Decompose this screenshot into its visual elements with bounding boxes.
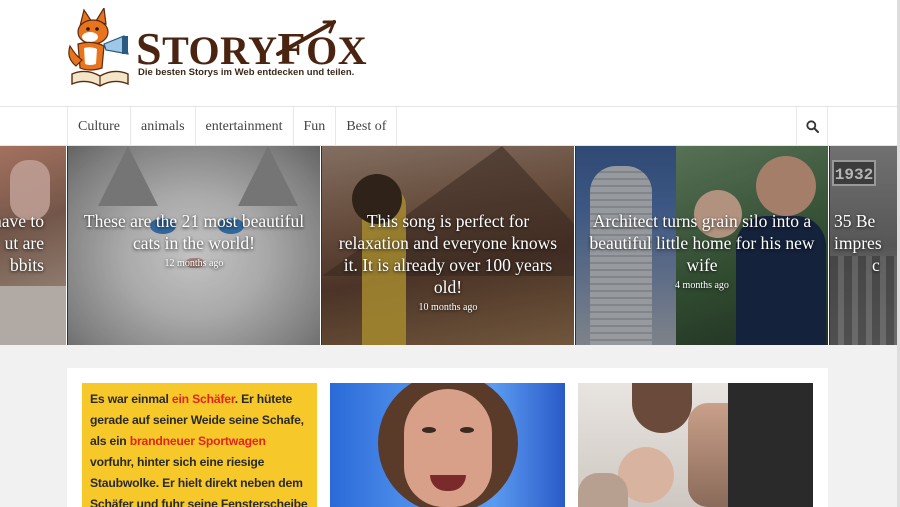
story-excerpt: Es war einmal ein Schäfer. Er hütete ger… [82,383,317,507]
storyfox-logo[interactable]: STORYFOX Die besten Storys im Web entdec… [66,8,367,88]
nav-item-culture[interactable]: Culture [68,107,131,146]
slide-partial-right[interactable]: 1932 35 Be impres c [830,146,897,345]
swoosh-decoration [276,20,336,56]
slide-timestamp: 12 months ago [164,258,224,269]
story-card-schaefer[interactable]: Es war einmal ein Schäfer. Er hütete ger… [82,383,317,507]
slide-cats[interactable]: These are the 21 most beautiful cats in … [68,146,321,345]
child-figure [578,473,628,507]
slide-title: 35 Be impres c [834,211,882,275]
woman-eye-left [422,427,436,433]
nav-item-fun[interactable]: Fun [294,107,337,146]
main-navigation: Culture animals entertainment Fun Best o… [0,107,897,146]
nav-item-entertainment[interactable]: entertainment [196,107,294,146]
slide-song[interactable]: This song is perfect for relaxation and … [322,146,575,345]
brand-tagline: Die besten Storys im Web entdecken und t… [138,67,355,78]
search-button[interactable] [796,107,828,146]
nav-menu: Culture animals entertainment Fun Best o… [67,107,398,146]
woman-head [632,383,692,433]
dark-clothing [728,383,813,507]
slide-timestamp: 4 months ago [675,280,729,291]
slide-title: These are the 21 most beautiful cats in … [78,210,310,271]
slide-title: have to ut are bbits [0,211,44,275]
slide-title: This song is perfect for relaxation and … [332,210,564,315]
story-card-family[interactable] [578,383,813,507]
slide-timestamp: 10 months ago [418,302,478,313]
nav-item-best-of[interactable]: Best of [336,107,398,146]
featured-slider: have to ut are bbits These are the 21 mo… [0,146,897,345]
slide-partial-left[interactable]: have to ut are bbits [0,146,67,345]
slide-title: Architect turns grain silo into a beauti… [586,210,818,293]
story-card-crying-woman[interactable] [330,383,565,507]
search-icon [805,120,819,133]
nav-item-animals[interactable]: animals [131,107,196,146]
fox-mascot-icon [68,8,129,87]
woman-eye-right [460,427,474,433]
slide-silo[interactable]: Architect turns grain silo into a beauti… [576,146,829,345]
site-header: STORYFOX Die besten Storys im Web entdec… [0,0,897,107]
content-area: Es war einmal ein Schäfer. Er hütete ger… [67,368,828,507]
